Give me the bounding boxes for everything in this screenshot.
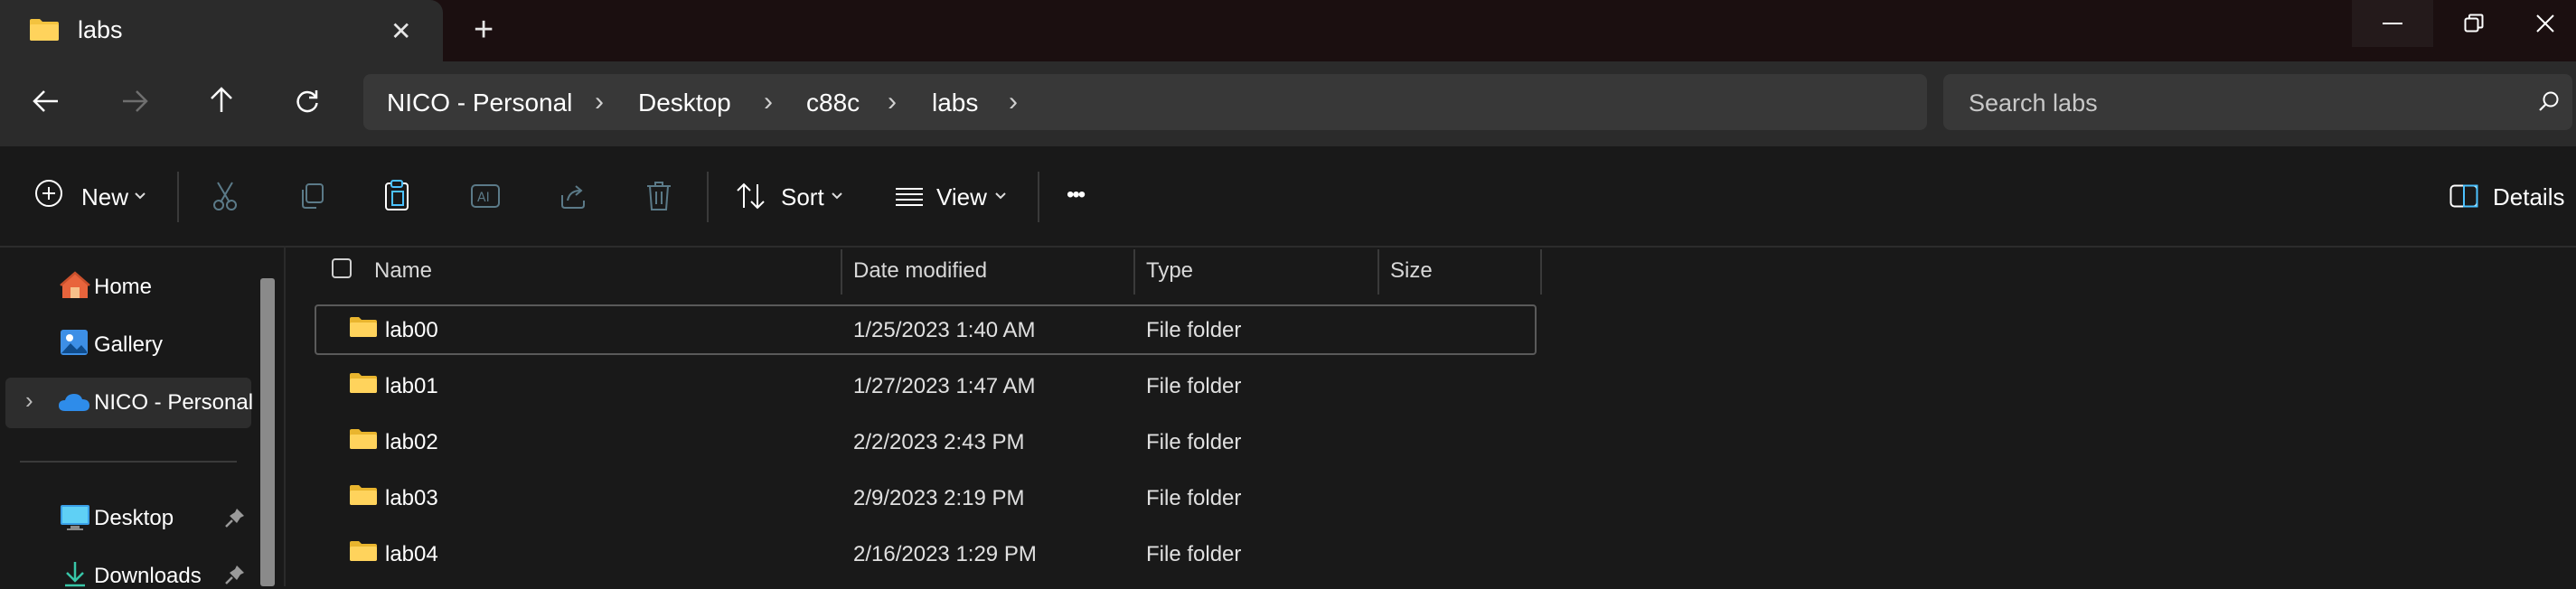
folder-icon [349,372,378,394]
cut-icon[interactable] [212,181,239,211]
search-icon[interactable] [2538,90,2560,112]
breadcrumb-separator[interactable]: › [888,87,897,117]
sidebar-scrollbar-thumb[interactable] [260,278,275,586]
sidebar-item-gallery[interactable]: Gallery [94,332,163,358]
restore-button[interactable] [2433,0,2515,47]
column-divider[interactable] [1133,249,1135,294]
table-row-type: File folder [1146,430,1242,454]
minimize-icon [2383,23,2402,24]
up-button[interactable] [209,87,234,114]
chevron-down-icon[interactable] [994,192,1007,201]
table-row-date: 2/9/2023 2:19 PM [853,486,1025,510]
arrow-right-icon [123,90,148,112]
breadcrumb-nico-personal[interactable]: NICO - Personal [387,89,572,117]
toolbar-separator [707,172,709,222]
onedrive-cloud-icon [58,392,90,412]
svg-text:AI: AI [477,191,490,205]
back-button[interactable] [33,89,60,114]
folder-icon [349,428,378,450]
column-header-date-modified[interactable]: Date modified [853,258,987,284]
table-row-name[interactable]: lab04 [385,542,438,567]
close-icon [2536,14,2554,33]
sidebar-item-downloads[interactable]: Downloads [94,564,202,589]
table-row-date: 1/25/2023 1:40 AM [853,318,1036,342]
refresh-icon [296,90,318,113]
forward-button[interactable] [121,89,148,114]
sidebar-item-desktop[interactable]: Desktop [94,506,174,531]
desktop-icon [60,504,90,531]
table-row-type: File folder [1146,542,1242,566]
pin-icon[interactable] [224,564,246,585]
sidebar-separator [20,461,237,463]
details-button[interactable]: Details [2493,183,2564,211]
breadcrumb-separator[interactable]: › [1009,87,1018,117]
close-tab-icon[interactable]: ✕ [390,16,411,46]
table-row-name[interactable]: lab03 [385,486,438,511]
column-divider[interactable] [1377,249,1379,294]
folder-icon [349,540,378,562]
downloads-icon [63,560,87,587]
minimize-button[interactable] [2352,0,2433,47]
breadcrumb-labs[interactable]: labs [932,89,978,117]
pin-icon[interactable] [224,507,246,528]
sidebar-item-home[interactable]: Home [94,275,152,300]
toolbar-separator [177,172,179,222]
column-divider[interactable] [841,249,842,294]
plus-circle-icon [35,180,62,207]
table-row-type: File folder [1146,318,1242,342]
gallery-icon [60,329,89,356]
close-window-button[interactable] [2515,0,2576,47]
folder-icon [349,484,378,506]
pane-divider[interactable] [284,246,286,586]
breadcrumb-c88c[interactable]: c88c [806,89,860,117]
restore-icon [2464,14,2484,33]
column-divider[interactable] [1540,249,1542,294]
delete-icon[interactable] [645,181,672,211]
new-tab-icon[interactable]: + [474,11,494,50]
chevron-down-icon[interactable] [134,192,146,201]
sort-button[interactable]: Sort [781,183,824,211]
home-icon [60,271,90,300]
sidebar-item-nico-personal[interactable]: NICO - Personal [94,390,253,416]
breadcrumb-separator[interactable]: › [764,87,773,117]
copy-icon[interactable] [298,182,325,210]
table-row-type: File folder [1146,486,1242,510]
refresh-button[interactable] [295,89,320,114]
tab-title: labs [78,16,123,43]
breadcrumb-desktop[interactable]: Desktop [638,89,731,117]
table-row-type: File folder [1146,374,1242,398]
expand-chevron-icon[interactable]: › [25,387,33,415]
column-header-type[interactable]: Type [1146,258,1193,284]
share-icon[interactable] [559,182,588,210]
table-row-date: 2/16/2023 1:29 PM [853,542,1037,566]
tab-labs[interactable] [0,0,443,61]
rename-icon[interactable]: AI [470,182,501,210]
details-pane-icon[interactable] [2449,184,2478,208]
new-button-label[interactable]: New [81,183,128,211]
more-options-icon[interactable]: ••• [1067,182,1086,208]
table-row-name[interactable]: lab00 [385,318,438,343]
table-row-name[interactable]: lab02 [385,430,438,455]
view-button[interactable]: View [936,183,987,211]
toolbar-separator [1038,172,1039,222]
table-row-date: 1/27/2023 1:47 AM [853,374,1036,398]
select-all-checkbox[interactable] [332,258,352,278]
sort-icon[interactable] [736,182,766,210]
chevron-down-icon[interactable] [831,192,843,201]
folder-icon [29,18,60,42]
search-input[interactable]: Search labs [1969,89,2098,117]
paste-icon[interactable] [383,179,410,211]
folder-icon [349,316,378,338]
table-row-name[interactable]: lab01 [385,374,438,399]
table-row-date: 2/2/2023 2:43 PM [853,430,1025,454]
arrow-left-icon [33,90,58,112]
arrow-up-icon [211,87,232,112]
column-header-name[interactable]: Name [374,258,432,284]
view-icon[interactable] [895,186,924,208]
column-header-size[interactable]: Size [1390,258,1433,284]
breadcrumb-separator[interactable]: › [595,87,604,117]
new-button[interactable] [34,179,63,208]
